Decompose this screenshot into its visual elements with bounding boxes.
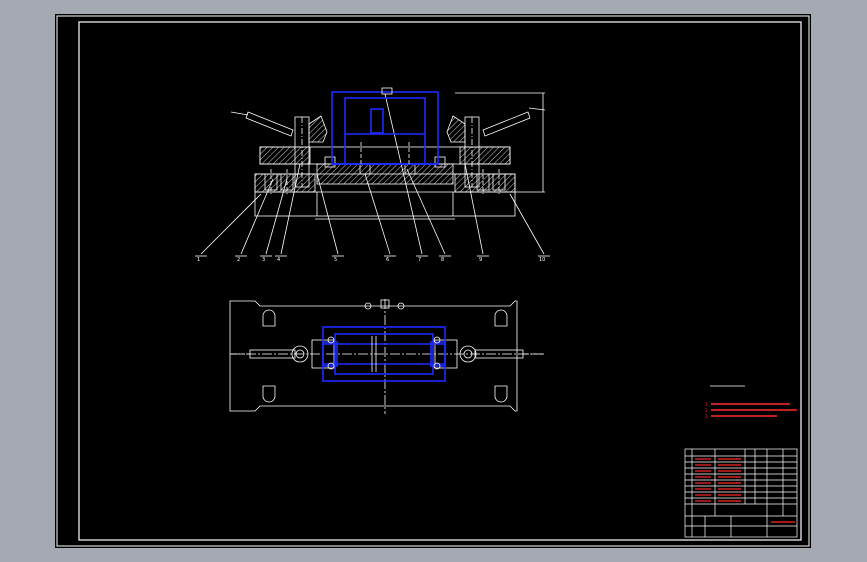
note-1: 1.: [705, 402, 709, 407]
base-outline: [229, 300, 518, 412]
note-3: 3.: [705, 414, 709, 419]
balloon-labels: 1 2 3 4 5 6 7 8 9 10: [197, 257, 545, 263]
balloon-6: 6: [386, 257, 389, 263]
front-view: [195, 92, 550, 257]
note-2: 2.: [705, 408, 709, 413]
balloon-9: 9: [479, 257, 482, 263]
balloon-8: 8: [441, 257, 444, 263]
balloon-1: 1: [197, 257, 200, 263]
left-cam: [308, 115, 328, 143]
balloon-7: 7: [418, 257, 421, 263]
balloon-4: 4: [277, 257, 280, 263]
balloon-3: 3: [262, 257, 265, 263]
top-view: [229, 299, 545, 414]
workpiece-front: [331, 91, 439, 165]
outer-frame: [56, 15, 810, 547]
left-handle: [245, 111, 294, 137]
right-handle: [482, 111, 531, 137]
title-block: [684, 448, 798, 538]
right-cam: [446, 115, 466, 143]
balloon-2: 2: [237, 257, 240, 263]
technical-notes: 1. 2. 3.: [705, 385, 797, 419]
drawing-sheet: 1 2 3 4 5 6 7 8 9 10 1. 2. 3.: [55, 14, 811, 548]
cad-drawing: 1 2 3 4 5 6 7 8 9 10 1. 2. 3.: [56, 15, 810, 547]
balloon-5: 5: [334, 257, 337, 263]
top-left-handle: [249, 349, 296, 359]
balloon-10: 10: [539, 257, 545, 263]
